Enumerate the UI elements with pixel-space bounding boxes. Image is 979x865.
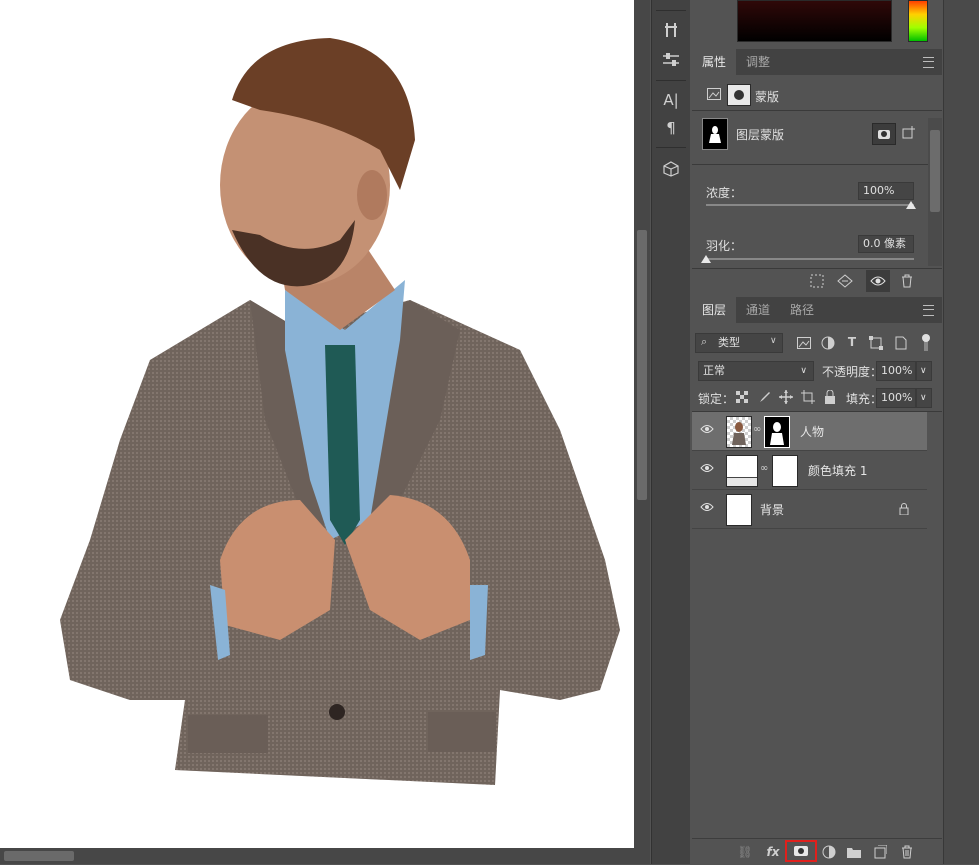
tab-channels[interactable]: 通道 (736, 297, 780, 323)
layer-name: 人物 (800, 425, 825, 439)
opacity-dropdown-icon[interactable]: ∨ (916, 361, 932, 381)
tab-adjustments[interactable]: 调整 (736, 49, 780, 75)
apply-mask-icon[interactable] (836, 273, 854, 289)
layer-name: 背景 (760, 503, 785, 517)
mask-thumbnail (702, 118, 728, 150)
density-label: 浓度： (706, 186, 743, 200)
new-layer-icon[interactable] (872, 844, 888, 860)
tab-layers[interactable]: 图层 (692, 297, 737, 323)
layer-row-background[interactable]: 背景 (692, 490, 927, 529)
color-picker-panel (692, 0, 942, 46)
search-icon: ⌕ (701, 335, 708, 348)
properties-tabs: 属性 调整 (692, 49, 942, 75)
lock-all-icon[interactable] (822, 389, 838, 405)
layer-row-color-fill[interactable]: ∞ 颜色填充 1 (692, 451, 927, 490)
layers-menu-icon[interactable] (923, 305, 934, 316)
visibility-eye-icon[interactable] (866, 270, 890, 292)
folder-icon[interactable] (846, 844, 862, 860)
chevron-down-icon: ∨ (770, 336, 777, 346)
panel-icon-strip: A| ¶ (651, 0, 691, 864)
filter-smart-object-icon[interactable] (892, 335, 908, 351)
properties-scrollbar[interactable] (928, 118, 942, 266)
hue-slider[interactable] (908, 0, 928, 42)
eye-icon[interactable] (700, 424, 714, 438)
feather-slider-thumb[interactable] (701, 255, 711, 263)
document-canvas[interactable] (0, 0, 634, 848)
canvas-horizontal-scrollbar[interactable] (0, 848, 634, 864)
filter-pixel-icon[interactable] (796, 335, 812, 351)
select-mask-icon[interactable] (872, 123, 896, 145)
mask-thumbnail-small[interactable] (772, 455, 798, 487)
lock-icon (898, 502, 910, 516)
eye-icon[interactable] (700, 502, 714, 516)
add-mask-icon[interactable] (785, 840, 817, 862)
layer-thumbnail (726, 416, 752, 448)
lock-pixels-icon[interactable] (756, 389, 772, 405)
lock-artboard-icon[interactable] (800, 389, 816, 405)
density-slider[interactable] (706, 204, 914, 206)
link-chain-icon[interactable]: ∞ (753, 424, 761, 435)
delete-mask-icon[interactable] (898, 273, 916, 289)
feather-slider[interactable] (706, 258, 914, 260)
density-field[interactable]: 100% (858, 182, 914, 200)
character-icon[interactable]: A| (657, 88, 685, 112)
properties-sliders-icon[interactable] (657, 48, 685, 72)
lock-transparent-icon[interactable] (734, 389, 750, 405)
density-slider-thumb[interactable] (906, 201, 916, 209)
fill-field[interactable]: 100% (876, 388, 916, 408)
tab-paths[interactable]: 路径 (780, 297, 824, 323)
properties-menu-icon[interactable] (923, 57, 934, 68)
layers-bottom-bar: ⛓ fx (692, 838, 942, 865)
filter-shape-icon[interactable] (868, 335, 884, 351)
fill-dropdown-icon[interactable]: ∨ (916, 388, 932, 408)
fx-icon[interactable]: fx (765, 844, 781, 860)
link-icon[interactable]: ⛓ (737, 844, 753, 860)
trash-icon[interactable] (899, 844, 915, 860)
canvas-vertical-scrollbar[interactable] (634, 0, 650, 848)
opacity-field[interactable]: 100% (876, 361, 916, 381)
layers-tabs: 图层 通道 路径 (692, 297, 942, 323)
paragraph-icon[interactable]: ¶ (657, 116, 685, 140)
lock-position-icon[interactable] (778, 389, 794, 405)
layer-row-person[interactable]: ∞ 人物 (692, 412, 927, 451)
lock-label: 锁定： (698, 392, 735, 406)
brush-settings-icon[interactable] (657, 18, 685, 42)
adjustment-icon[interactable] (821, 844, 837, 860)
color-field[interactable] (737, 0, 892, 42)
scrollbar-corner (634, 848, 650, 864)
far-right-dock (943, 0, 979, 864)
filter-adjustment-icon[interactable] (820, 335, 836, 351)
filter-toggle[interactable] (920, 332, 932, 352)
link-chain-icon[interactable]: ∞ (760, 463, 768, 474)
feather-field[interactable]: 0.0 像素 (858, 235, 914, 253)
fill-thumbnail (726, 455, 758, 487)
vector-mask-icon[interactable] (727, 84, 751, 106)
layer-name: 颜色填充 1 (808, 464, 868, 478)
mask-thumbnail-small[interactable] (764, 416, 790, 448)
eye-icon[interactable] (700, 463, 714, 477)
load-selection-icon[interactable] (808, 273, 826, 289)
portrait-image (60, 38, 620, 785)
mask-type-label: 蒙版 (755, 90, 780, 104)
3d-cube-icon[interactable] (657, 157, 685, 181)
blend-mode-select[interactable]: 正常 ∨ (698, 361, 814, 381)
filter-type-icon[interactable]: T (844, 334, 860, 350)
add-vector-mask-icon[interactable] (900, 124, 918, 142)
opacity-label: 不透明度： (822, 365, 883, 379)
background-thumbnail (726, 494, 752, 526)
layer-mask-label: 图层蒙版 (736, 128, 785, 142)
tab-properties[interactable]: 属性 (692, 49, 737, 75)
pixel-mask-icon[interactable] (706, 86, 722, 102)
feather-label: 羽化： (706, 239, 743, 253)
